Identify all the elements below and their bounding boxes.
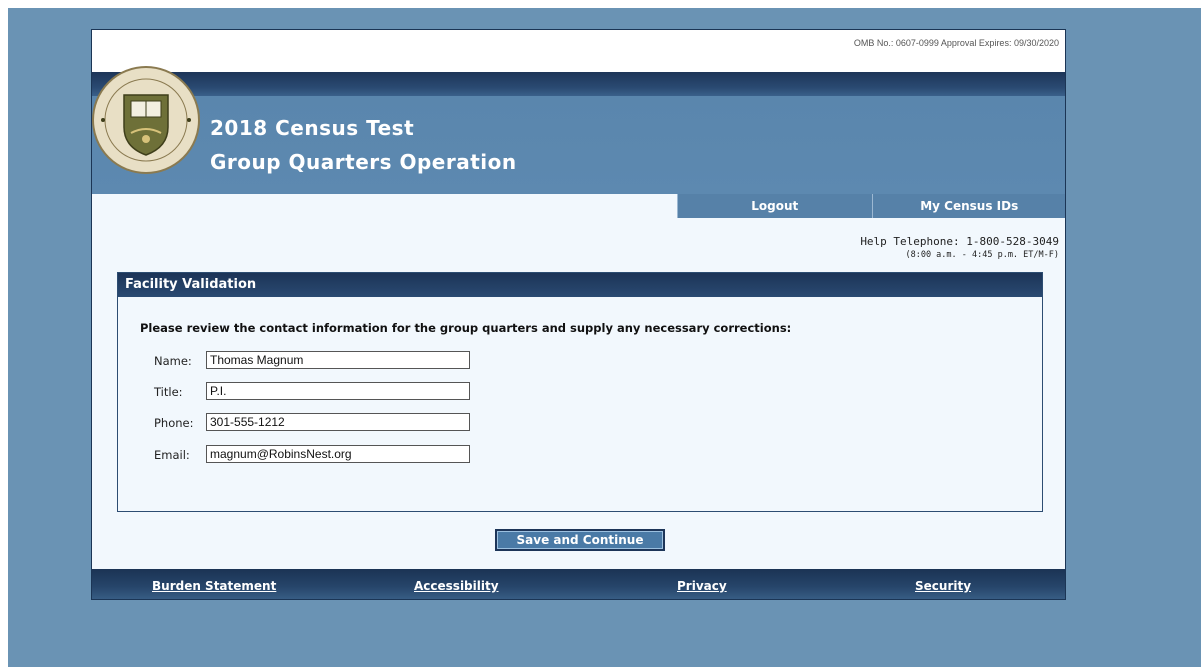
logout-button[interactable]: Logout [677, 194, 872, 218]
app-title-line2: Group Quarters Operation [210, 150, 517, 174]
census-seal-logo [92, 66, 200, 174]
panel-title: Facility Validation [118, 273, 1042, 297]
email-label: Email: [154, 448, 190, 462]
instructions-text: Please review the contact information fo… [140, 321, 792, 335]
phone-label: Phone: [154, 416, 194, 430]
top-nav: Logout My Census IDs [677, 194, 1065, 218]
footer-bar: Burden Statement Accessibility Privacy S… [92, 569, 1065, 599]
phone-field[interactable] [206, 413, 470, 431]
name-field[interactable] [206, 351, 470, 369]
help-hours: (8:00 a.m. - 4:45 p.m. ET/M-F) [905, 250, 1059, 260]
title-label: Title: [154, 385, 183, 399]
facility-validation-panel: Facility Validation Please review the co… [117, 272, 1043, 512]
help-telephone: Help Telephone: 1-800-528-3049 [860, 235, 1059, 248]
name-label: Name: [154, 354, 192, 368]
omb-approval-text: OMB No.: 0607-0999 Approval Expires: 09/… [853, 38, 1059, 48]
app-title-line1: 2018 Census Test [210, 116, 415, 140]
app-frame: OMB No.: 0607-0999 Approval Expires: 09/… [91, 29, 1066, 600]
privacy-link[interactable]: Privacy [677, 579, 727, 593]
my-census-ids-button[interactable]: My Census IDs [871, 194, 1065, 218]
save-and-continue-button[interactable]: Save and Continue [495, 529, 665, 551]
burden-statement-link[interactable]: Burden Statement [152, 579, 276, 593]
accessibility-link[interactable]: Accessibility [414, 579, 499, 593]
title-field[interactable] [206, 382, 470, 400]
header-top-band [92, 72, 1065, 98]
help-contact: Help Telephone: 1-800-528-3049 (8:00 a.m… [860, 235, 1059, 260]
email-field[interactable] [206, 445, 470, 463]
security-link[interactable]: Security [915, 579, 971, 593]
header-banner [92, 96, 1065, 194]
